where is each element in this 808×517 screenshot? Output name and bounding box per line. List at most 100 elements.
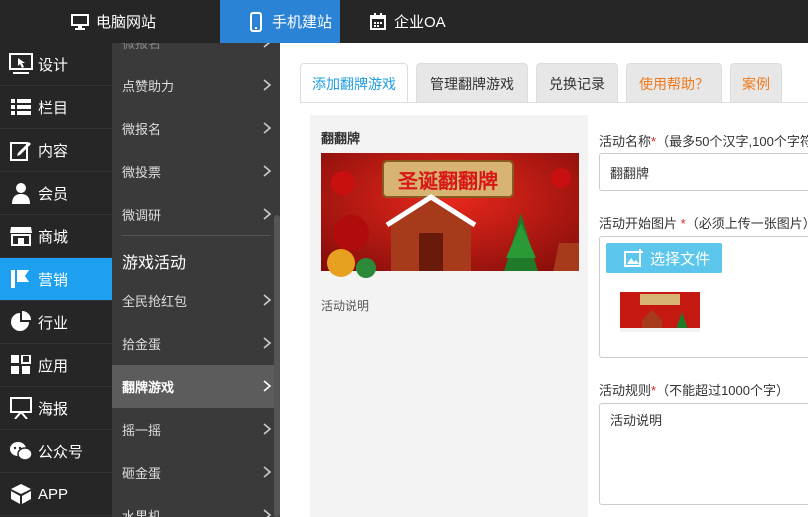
chevron-right-icon (263, 423, 272, 435)
sidebar-item-label: 行业 (38, 314, 69, 332)
top-navigation: 电脑网站 手机建站 企业OA (0, 0, 808, 43)
topnav-label: 手机建站 (272, 14, 333, 31)
calendar-icon (368, 12, 388, 32)
banner-title: 圣诞翻翻牌 (398, 169, 498, 193)
christmas-banner-image: 圣诞翻翻牌 (321, 153, 579, 282)
cube-icon (9, 482, 33, 506)
edit-icon (9, 138, 33, 162)
apps-grid-icon (9, 353, 33, 377)
activity-name-input[interactable]: 翻翻牌 (599, 153, 808, 191)
sidebar-item-poster[interactable]: 海报 (0, 387, 112, 430)
sidebar-item-label: 应用 (38, 357, 69, 375)
submenu-item[interactable]: 点赞助力 (112, 64, 280, 107)
activity-rules-textarea[interactable]: 活动说明 (599, 403, 808, 505)
image-upload-icon (624, 249, 643, 267)
sidebar-item-marketing[interactable]: 营销 (0, 258, 112, 301)
main-content: 添加翻牌游戏 管理翻牌游戏 兑换记录 使用帮助？ 案例 翻翻牌 圣诞翻翻牌 活动… (280, 43, 808, 517)
preview-panel: 翻翻牌 圣诞翻翻牌 活动说明 (310, 115, 588, 517)
submenu-divider (122, 235, 270, 236)
sidebar-item-official-account[interactable]: 公众号 (0, 430, 112, 473)
sidebar-item-label: 设计 (38, 56, 69, 74)
topnav-enterprise-oa[interactable]: 企业OA (368, 0, 446, 43)
sidebar-item-app[interactable]: APP (0, 473, 112, 516)
chevron-right-icon (263, 79, 272, 91)
marketing-submenu: 微报名 点赞助力 微报名 微投票 微调研 游戏活动 全民抢红包 拾金蛋 翻牌游戏… (112, 43, 280, 517)
tab-label: 使用帮助？ (639, 75, 709, 92)
sidebar-item-label: 栏目 (38, 99, 69, 117)
chevron-right-icon (263, 509, 272, 517)
submenu-item-label: 微报名 (122, 43, 162, 51)
tab-manage-flip-game[interactable]: 管理翻牌游戏 (416, 63, 528, 103)
submenu-item[interactable]: 微报名 (112, 107, 280, 150)
chevron-right-icon (263, 43, 271, 48)
activity-name-label: 活动名称*（最多50个汉字,100个字符） (599, 131, 808, 150)
sidebar-item-label: 公众号 (38, 443, 84, 461)
submenu-item[interactable]: 砸金蛋 (112, 451, 280, 494)
topnav-mobile-site[interactable]: 手机建站 (220, 0, 340, 43)
sidebar-item-label: 营销 (38, 271, 69, 289)
label-text: 活动开始图片 (599, 216, 678, 231)
tab-exchange-records[interactable]: 兑换记录 (536, 63, 618, 103)
label-hint: （最多50个汉字,100个字符） (656, 134, 808, 149)
sidebar-item-store[interactable]: 商城 (0, 215, 112, 258)
sidebar-item-columns[interactable]: 栏目 (0, 86, 112, 129)
list-icon (9, 95, 33, 119)
sidebar-item-industry[interactable]: 行业 (0, 301, 112, 344)
tab-underline (300, 102, 808, 103)
sidebar-item-label: 内容 (38, 142, 69, 160)
user-icon (9, 181, 33, 205)
tab-label: 添加翻牌游戏 (312, 75, 396, 92)
main-sidebar: 设计 栏目 内容 会员 商城 营销 行业 应用 海报 公众号 APP (0, 43, 112, 517)
submenu-item-flip-game[interactable]: 翻牌游戏 (112, 365, 280, 408)
chevron-right-icon (263, 466, 272, 478)
upload-button-label: 选择文件 (650, 250, 711, 268)
sidebar-item-design[interactable]: 设计 (0, 43, 112, 86)
wechat-icon (9, 439, 33, 463)
choose-file-button[interactable]: 选择文件 (606, 243, 722, 273)
tab-label: 案例 (742, 75, 770, 92)
chevron-right-icon (263, 165, 272, 177)
topnav-pc-website[interactable]: 电脑网站 (70, 0, 156, 43)
tab-help[interactable]: 使用帮助？ (626, 63, 722, 103)
marketing-icon (9, 267, 33, 291)
tab-label: 管理翻牌游戏 (430, 75, 514, 92)
chevron-right-icon (263, 208, 272, 220)
preview-description: 活动说明 (321, 299, 370, 313)
submenu-item-label: 砸金蛋 (122, 466, 162, 481)
sidebar-item-members[interactable]: 会员 (0, 172, 112, 215)
start-image-label: 活动开始图片 *（必须上传一张图片） (599, 213, 808, 232)
image-upload-box: 选择文件 (599, 236, 808, 358)
sidebar-item-label: 商城 (38, 228, 69, 246)
sidebar-item-label: 海报 (38, 400, 69, 418)
submenu-item[interactable]: 微报名 (112, 43, 280, 64)
submenu-item[interactable]: 拾金蛋 (112, 322, 280, 365)
tab-label: 兑换记录 (549, 75, 605, 92)
sidebar-item-label: 会员 (38, 185, 69, 203)
preview-title: 翻翻牌 (321, 131, 361, 146)
submenu-item[interactable]: 水果机 (112, 494, 280, 517)
sidebar-item-content[interactable]: 内容 (0, 129, 112, 172)
label-text: 活动规则 (599, 383, 652, 398)
submenu-item-label: 摇一摇 (122, 423, 162, 438)
submenu-item[interactable]: 微投票 (112, 150, 280, 193)
mobile-icon (246, 11, 266, 32)
submenu-item[interactable]: 微调研 (112, 193, 280, 236)
chevron-right-icon (263, 122, 272, 134)
tab-cases[interactable]: 案例 (730, 63, 782, 103)
sidebar-item-apps[interactable]: 应用 (0, 344, 112, 387)
submenu-item-label: 微报名 (122, 122, 162, 137)
label-hint: （必须上传一张图片） (685, 216, 808, 231)
submenu-item-label: 拾金蛋 (122, 337, 162, 352)
submenu-item-label: 水果机 (122, 509, 162, 517)
topnav-label: 电脑网站 (96, 14, 157, 31)
label-text: 活动名称 (599, 134, 652, 149)
submenu-group-title: 游戏活动 (122, 255, 187, 272)
pie-chart-icon (9, 310, 33, 334)
activity-rules-label: 活动规则*（不能超过1000个字） (599, 380, 789, 399)
submenu-item[interactable]: 摇一摇 (112, 408, 280, 451)
tab-add-flip-game[interactable]: 添加翻牌游戏 (300, 63, 408, 103)
submenu-item-label: 点赞助力 (122, 79, 175, 94)
uploaded-image-thumbnail (620, 292, 700, 332)
submenu-item[interactable]: 全民抢红包 (112, 279, 280, 322)
chevron-right-icon (263, 337, 272, 349)
